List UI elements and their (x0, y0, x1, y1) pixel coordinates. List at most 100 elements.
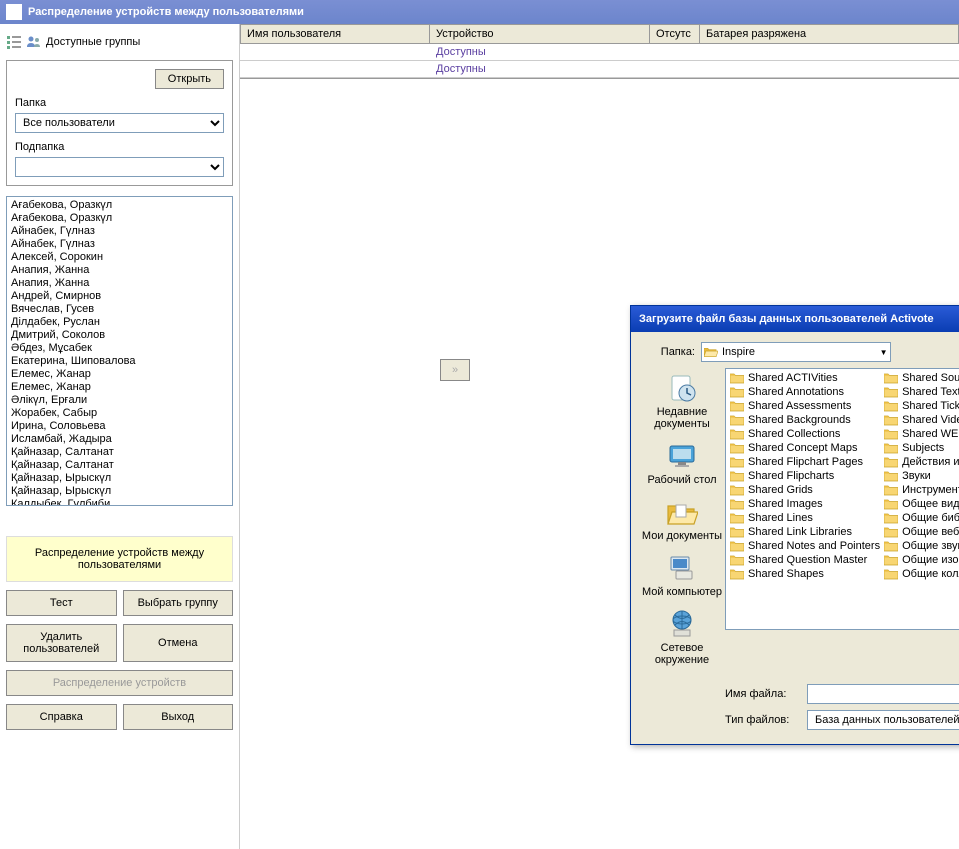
user-list-item[interactable]: Қайназар, Ырыскүл (9, 472, 230, 485)
user-list-item[interactable]: Дмитрий, Соколов (9, 329, 230, 342)
table-row[interactable]: Доступны (240, 61, 959, 78)
places-bar: Недавние документы Рабочий стол Мои доку… (639, 368, 725, 676)
table-row[interactable]: Доступны (240, 44, 959, 61)
file-item[interactable]: Shared Question Master (728, 553, 882, 567)
user-list-item[interactable]: Қалдыбек, Гүлбиби (9, 498, 230, 506)
file-item[interactable]: Shared Collections (728, 427, 882, 441)
file-item[interactable]: Общее видео (882, 497, 959, 511)
user-list-item[interactable]: Әлікүл, Ерғали (9, 394, 230, 407)
user-list-item[interactable]: Әбдез, Мұсабек (9, 342, 230, 355)
user-list-item[interactable]: Ділдабек, Руслан (9, 316, 230, 329)
file-dialog: Загрузите файл базы данных пользователей… (630, 305, 959, 745)
user-list-item[interactable]: Анапия, Жанна (9, 264, 230, 277)
help-button[interactable]: Справка (6, 704, 117, 730)
user-list-item[interactable]: Исламбай, Жадыра (9, 433, 230, 446)
user-list-item[interactable]: Қайназар, Салтанат (9, 459, 230, 472)
folder-icon (704, 346, 718, 358)
user-list[interactable]: Ағабекова, ОразкүлАғабекова, ОразкүлАйна… (6, 196, 233, 506)
dialog-folder-select[interactable]: Inspire ▼ (701, 342, 891, 362)
file-item[interactable]: Shared Link Libraries (728, 525, 882, 539)
groups-header: Доступные группы (6, 30, 233, 54)
subfolder-label: Подпапка (15, 141, 224, 153)
file-list[interactable]: Shared ACTIVitiesShared AnnotationsShare… (725, 368, 959, 630)
user-list-item[interactable]: Қайназар, Ырыскүл (9, 485, 230, 498)
place-mycomp[interactable]: Мой компьютер (639, 552, 725, 598)
user-list-item[interactable]: Айнабек, Гүлназ (9, 238, 230, 251)
place-mydocs[interactable]: Мои документы (639, 496, 725, 542)
filetype-select[interactable]: База данных пользователей Activote(.udb) (807, 710, 959, 730)
file-item[interactable]: Общие звуки (882, 539, 959, 553)
file-item[interactable]: Subjects (882, 441, 959, 455)
file-item[interactable]: Shared Images (728, 497, 882, 511)
file-item[interactable]: Shared ACTIVities (728, 371, 882, 385)
dialog-title-bar[interactable]: Загрузите файл базы данных пользователей… (631, 306, 959, 332)
exit-button[interactable]: Выход (123, 704, 234, 730)
file-item[interactable]: Общие коллекции (882, 567, 959, 581)
file-item[interactable]: Общие библиотеки ссылок (882, 511, 959, 525)
user-list-item[interactable]: Айнабек, Гүлназ (9, 225, 230, 238)
file-item[interactable]: Shared Grids (728, 483, 882, 497)
delete-users-button[interactable]: Удалить пользователей (6, 624, 117, 662)
file-item[interactable]: Shared Lines (728, 511, 882, 525)
col-battery[interactable]: Батарея разряжена (700, 24, 959, 44)
file-item[interactable]: Shared Annotations (728, 385, 882, 399)
list-icon (6, 34, 22, 50)
col-absent[interactable]: Отсутс (650, 24, 700, 44)
open-button[interactable]: Открыть (155, 69, 224, 89)
window-title-bar: Распределение устройств между пользовате… (0, 0, 959, 24)
app-icon (6, 4, 22, 20)
file-item[interactable]: Shared WEB Links (882, 427, 959, 441)
user-list-item[interactable]: Ирина, Соловьева (9, 420, 230, 433)
user-list-item[interactable]: Ағабекова, Оразкүл (9, 212, 230, 225)
user-list-item[interactable]: Елемес, Жанар (9, 381, 230, 394)
user-list-item[interactable]: Елемес, Жанар (9, 368, 230, 381)
folder-label: Папка (15, 97, 224, 109)
user-list-item[interactable]: Алексей, Сорокин (9, 251, 230, 264)
file-item[interactable]: Звуки (882, 469, 959, 483)
device-table: Имя пользователя Устройство Отсутс Батар… (240, 24, 959, 79)
user-list-item[interactable]: Андрей, Смирнов (9, 290, 230, 303)
file-item[interactable]: Shared Assessments (728, 399, 882, 413)
file-item[interactable]: Shared Tickertapes (882, 399, 959, 413)
folder-panel: Открыть Папка Все пользователи Подпапка (6, 60, 233, 186)
user-list-item[interactable]: Ағабекова, Оразкүл (9, 199, 230, 212)
file-item[interactable]: Общие веб-ссылки (882, 525, 959, 539)
file-item[interactable]: Shared Notes and Pointers (728, 539, 882, 553)
file-item[interactable]: Shared Flipchart Pages (728, 455, 882, 469)
file-item[interactable]: Общие изображения (882, 553, 959, 567)
file-item[interactable]: Shared Flipcharts (728, 469, 882, 483)
sidebar: Доступные группы Открыть Папка Все польз… (0, 24, 240, 849)
window-title: Распределение устройств между пользовате… (28, 6, 304, 18)
cancel-button[interactable]: Отмена (123, 624, 234, 662)
file-item[interactable]: Shared Text (882, 385, 959, 399)
user-list-item[interactable]: Қайназар, Салтанат (9, 446, 230, 459)
filename-input[interactable] (807, 684, 959, 704)
col-user[interactable]: Имя пользователя (240, 24, 430, 44)
distribute-button[interactable]: Распределение устройств (6, 670, 233, 696)
move-right-button[interactable]: » (440, 359, 470, 381)
user-list-item[interactable]: Екатерина, Шиповалова (9, 355, 230, 368)
place-network[interactable]: Сетевое окружение (639, 608, 725, 666)
test-button[interactable]: Тест (6, 590, 117, 616)
user-list-item[interactable]: Анапия, Жанна (9, 277, 230, 290)
content-area: » Имя пользователя Устройство Отсутс Бат… (240, 24, 959, 849)
filename-label: Имя файла: (725, 688, 799, 700)
col-device[interactable]: Устройство (430, 24, 650, 44)
file-item[interactable]: Shared Videos (882, 413, 959, 427)
user-list-item[interactable]: Вячеслав, Гусев (9, 303, 230, 316)
file-item[interactable]: Shared Sounds (882, 371, 959, 385)
file-item[interactable]: Shared Backgrounds (728, 413, 882, 427)
file-item[interactable]: Shared Shapes (728, 567, 882, 581)
user-list-item[interactable]: Жорабек, Сабыр (9, 407, 230, 420)
select-group-button[interactable]: Выбрать группу (123, 590, 234, 616)
file-item[interactable]: Действия и шаблоны (882, 455, 959, 469)
distribution-info: Распределение устройств между пользовате… (6, 536, 233, 582)
place-recent[interactable]: Недавние документы (639, 372, 725, 430)
folder-select[interactable]: Все пользователи (15, 113, 224, 133)
file-item[interactable]: Shared Concept Maps (728, 441, 882, 455)
place-desktop[interactable]: Рабочий стол (639, 440, 725, 486)
subfolder-select[interactable] (15, 157, 224, 177)
groups-label: Доступные группы (46, 36, 140, 48)
file-item[interactable]: Инструменты для разработки урока (882, 483, 959, 497)
users-icon (26, 34, 42, 50)
